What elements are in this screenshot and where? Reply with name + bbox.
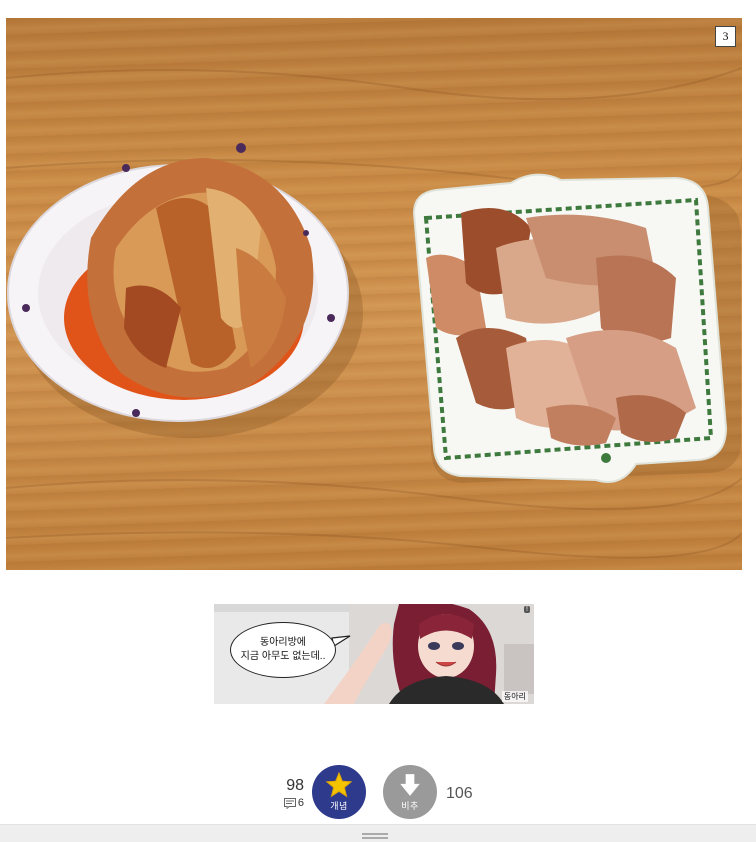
vote-panel: 98 6 개념 비추 106 xyxy=(0,760,756,824)
upvote-button[interactable]: 개념 xyxy=(312,765,366,819)
downvote-button[interactable]: 비추 xyxy=(383,765,437,819)
ad-banner[interactable]: 동아리방에 지금 아무도 없는데.. ! 동아리 xyxy=(214,604,534,704)
food-photo-illustration xyxy=(6,67,742,559)
downvote-count: 106 xyxy=(446,785,473,802)
upvote-count: 98 xyxy=(286,777,304,794)
comment-icon xyxy=(283,797,296,809)
downvote-label: 비추 xyxy=(401,801,419,811)
comment-count: 6 xyxy=(280,797,304,809)
upvote-label: 개념 xyxy=(330,801,348,811)
arrow-down-icon xyxy=(400,774,420,796)
ad-bubble-line-1: 동아리방에 xyxy=(260,637,306,648)
image-index-badge[interactable]: 3 xyxy=(715,26,736,47)
comment-count-value: 6 xyxy=(297,797,304,809)
post-page: 3 동아리방에 지금 아무도 없는데.. ! 동아리 98 6 개념 비추 10… xyxy=(0,0,756,842)
star-icon xyxy=(325,772,353,798)
ad-credit: 동아리 xyxy=(501,691,528,702)
drag-handle-icon[interactable] xyxy=(362,833,388,839)
ad-speech-bubble: 동아리방에 지금 아무도 없는데.. xyxy=(230,622,336,678)
post-image[interactable]: 3 xyxy=(6,18,742,570)
ad-bubble-line-2: 지금 아무도 없는데.. xyxy=(240,651,326,662)
ad-info-icon[interactable]: ! xyxy=(524,606,530,613)
bottom-bar xyxy=(0,824,756,842)
